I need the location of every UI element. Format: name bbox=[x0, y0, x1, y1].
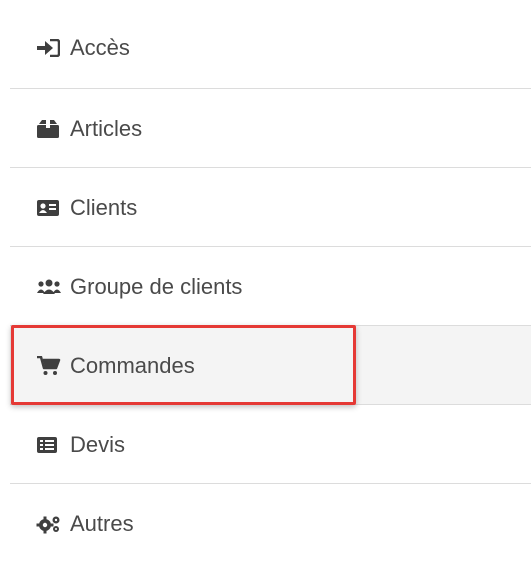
box-icon bbox=[36, 117, 64, 141]
sign-in-icon bbox=[36, 36, 64, 60]
sidebar-menu: Accès Articles Clients Groupe de clients… bbox=[0, 0, 531, 563]
list-icon bbox=[36, 433, 64, 457]
id-card-icon bbox=[36, 196, 64, 220]
menu-item-autres[interactable]: Autres bbox=[10, 484, 531, 563]
menu-item-label: Autres bbox=[70, 510, 134, 536]
highlight-box bbox=[11, 325, 356, 405]
users-icon bbox=[36, 275, 64, 299]
menu-item-acces[interactable]: Accès bbox=[10, 8, 531, 87]
menu-item-articles[interactable]: Articles bbox=[10, 89, 531, 168]
menu-item-label: Accès bbox=[70, 34, 130, 60]
cogs-icon bbox=[36, 512, 64, 536]
menu-item-clients[interactable]: Clients bbox=[10, 168, 531, 247]
menu-item-groupe-de-clients[interactable]: Groupe de clients bbox=[10, 247, 531, 326]
menu-item-label: Clients bbox=[70, 194, 138, 220]
menu-item-label: Articles bbox=[70, 115, 143, 141]
menu-item-devis[interactable]: Devis bbox=[10, 405, 531, 484]
menu-item-label: Devis bbox=[70, 431, 126, 457]
menu-item-label: Groupe de clients bbox=[70, 273, 243, 299]
